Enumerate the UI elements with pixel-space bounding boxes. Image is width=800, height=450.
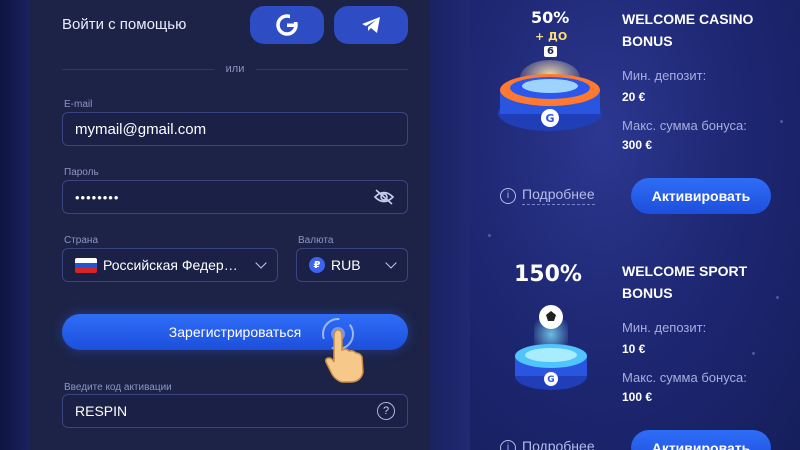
email-value: mymail@gmail.com [75, 120, 207, 138]
divider-line [256, 68, 408, 70]
sport-activate-label: Активировать [651, 440, 751, 450]
casino-activate-button[interactable]: Активировать [631, 178, 771, 214]
sport-bonus-illustration-icon: G [515, 305, 587, 390]
or-divider: или [62, 60, 408, 78]
telegram-login-button[interactable] [334, 6, 408, 44]
country-label: Страна [64, 235, 99, 246]
ruble-icon: ₽ [309, 257, 325, 273]
divider-line [62, 68, 214, 70]
background-middle [430, 0, 470, 450]
email-field[interactable]: mymail@gmail.com [62, 112, 408, 146]
casino-bonus-percent: 50% [531, 8, 570, 27]
promo-code-field[interactable]: RESPIN ? [62, 394, 408, 428]
chevron-down-icon [385, 257, 397, 269]
svg-text:G: G [547, 375, 554, 385]
promo-value: RESPIN [75, 403, 128, 419]
google-login-button[interactable] [250, 6, 324, 44]
or-text: или [225, 63, 245, 75]
telegram-icon [362, 17, 380, 33]
country-value: Российская Федер… [103, 257, 238, 273]
casino-min-deposit-label: Мин. депозит: [622, 68, 707, 83]
decor-dot [488, 234, 491, 237]
eye-off-icon[interactable] [373, 189, 395, 205]
currency-label: Валюта [298, 235, 334, 246]
google-icon [276, 14, 298, 36]
sport-min-deposit-label: Мин. депозит: [622, 320, 707, 335]
currency-select[interactable]: ₽ RUB [296, 248, 408, 282]
register-button-label: Зарегистрироваться [168, 324, 302, 340]
casino-bonus-extra: + ДО [535, 30, 568, 43]
casino-min-deposit-value: 20 € [622, 90, 646, 104]
svg-text:G: G [545, 112, 554, 125]
sport-max-bonus-value: 100 € [622, 390, 653, 404]
login-with-label: Войти с помощью [62, 16, 187, 33]
info-icon: i [500, 439, 516, 450]
casino-max-bonus-label: Макс. сумма бонуса: [622, 118, 747, 133]
email-label: E-mail [64, 99, 93, 110]
casino-activate-label: Активировать [651, 188, 751, 204]
info-icon: i [500, 187, 516, 204]
sport-min-deposit-value: 10 € [622, 342, 646, 356]
sport-max-bonus-label: Макс. сумма бонуса: [622, 370, 747, 385]
background-left [0, 0, 30, 450]
password-value: •••••••• [75, 189, 120, 205]
currency-value: RUB [331, 257, 361, 273]
tap-hand-icon [322, 318, 364, 383]
decor-dot [752, 352, 755, 355]
casino-bonus-title: WELCOME CASINO BONUS [622, 11, 754, 49]
password-label: Пароль [64, 167, 99, 178]
casino-more-link[interactable]: i Подробнее [500, 186, 595, 205]
country-select[interactable]: Российская Федер… [62, 248, 278, 282]
russia-flag-icon [75, 257, 97, 273]
promo-label: Введите код активации [64, 382, 172, 393]
password-field[interactable]: •••••••• [62, 180, 408, 214]
casino-more-label: Подробнее [522, 186, 595, 205]
casino-bonus-extra-small: 6 [544, 46, 557, 57]
chevron-down-icon [255, 257, 267, 269]
sport-bonus-title: WELCOME SPORT BONUS [622, 263, 748, 301]
decor-dot [780, 120, 783, 123]
sport-more-label: Подробнее [522, 438, 595, 450]
casino-max-bonus-value: 300 € [622, 138, 653, 152]
sport-bonus-percent: 150% [514, 262, 582, 287]
help-icon[interactable]: ? [377, 402, 395, 420]
sport-more-link[interactable]: i Подробнее [500, 438, 595, 450]
sport-activate-button[interactable]: Активировать [631, 430, 771, 450]
casino-bonus-illustration-icon: G [498, 60, 602, 131]
